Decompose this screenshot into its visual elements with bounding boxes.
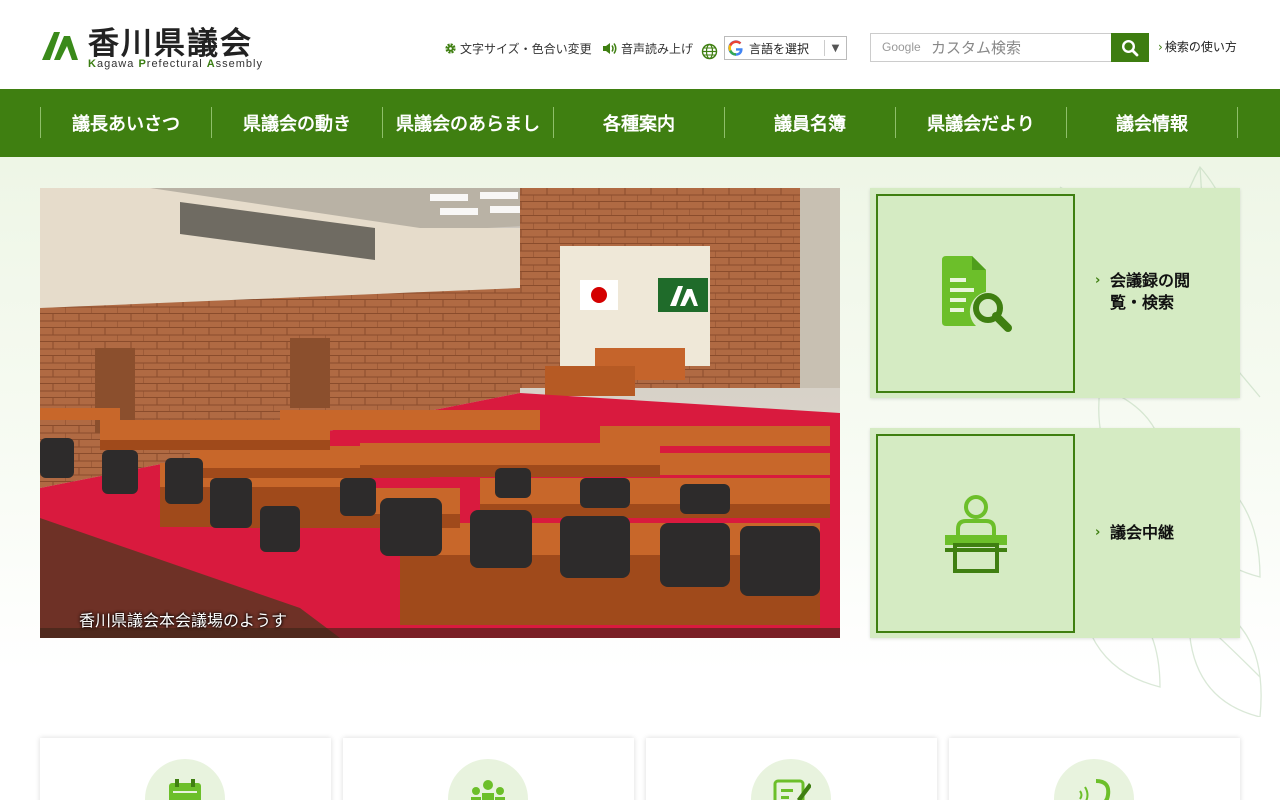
live-broadcast-label: › 議会中継 [1095,523,1175,542]
search-icon [1121,39,1139,56]
nav-item-overview[interactable]: 県議会のあらまし [383,107,554,138]
google-g-icon [725,40,747,56]
people-icon [448,759,528,800]
site-logo[interactable]: 香川県議会 Kagawa Prefectural Assembly [40,20,280,72]
speaker-podium-icon [944,494,1007,573]
global-nav: 議長あいさつ 県議会の動き 県議会のあらまし 各種案内 議員名簿 県議会だより … [0,89,1280,157]
hero-caption: 香川県議会本会議場のようす [79,611,288,630]
bottom-card-edit[interactable] [646,738,937,800]
nav-item-assembly-info[interactable]: 議会情報 [1067,107,1238,138]
language-select-label: 言語を選択 [749,41,810,56]
dropdown-arrow-icon: ▼ [824,40,846,56]
document-search-icon [941,255,1012,332]
minutes-search-card[interactable]: › 会議録の閲覧・検索 [870,188,1240,398]
nav-item-newsletter[interactable]: 県議会だより [896,107,1067,138]
ear-icon [1054,759,1134,800]
bottom-card-hearing[interactable] [949,738,1240,800]
font-size-color-label: 文字サイズ・色合い変更 [460,41,592,56]
card-icon-frame [876,434,1075,633]
logo-title: 香川県議会 [88,26,253,62]
chevron-right-icon: › [1158,40,1163,54]
search-help-link[interactable]: › 検索の使い方 [1158,38,1237,55]
logo-subtitle: Kagawa Prefectural Assembly [88,58,263,70]
search-help-label: 検索の使い方 [1164,40,1237,54]
bottom-card-people[interactable] [343,738,634,800]
calendar-icon [145,759,225,800]
gear-icon [445,42,456,54]
speech-readout-link[interactable]: 音声読み上げ [602,36,693,60]
minutes-search-label: › 会議録の閲覧・検索 [1095,271,1191,312]
card-icon-frame [876,194,1075,393]
nav-item-guide[interactable]: 各種案内 [554,107,725,138]
site-search: Google [870,33,1150,62]
assembly-hall-photo [40,188,840,638]
edit-document-icon [751,759,831,800]
bottom-card-calendar[interactable] [40,738,331,800]
search-input[interactable] [870,33,1111,62]
chevron-right-icon: › [1095,525,1101,540]
logo-mark-icon [42,32,78,60]
site-header: 香川県議会 Kagawa Prefectural Assembly 文字サイズ・… [0,0,1280,89]
search-button[interactable] [1111,33,1149,62]
language-select[interactable]: 言語を選択 ▼ [724,36,847,60]
main-content: 香川県議会本会議場のようす › 会議録の閲覧・検索 › 議会中継 [0,157,1280,800]
nav-item-members[interactable]: 議員名簿 [725,107,896,138]
nav-item-activities[interactable]: 県議会の動き [212,107,383,138]
speech-readout-label: 音声読み上げ [621,41,694,56]
speaker-icon [603,42,617,54]
font-size-color-link[interactable]: 文字サイズ・色合い変更 [444,36,592,60]
globe-icon [701,39,721,63]
live-broadcast-card[interactable]: › 議会中継 [870,428,1240,638]
chevron-right-icon: › [1095,273,1101,288]
hero-image[interactable]: 香川県議会本会議場のようす [40,188,840,638]
nav-item-greeting[interactable]: 議長あいさつ [41,107,212,138]
